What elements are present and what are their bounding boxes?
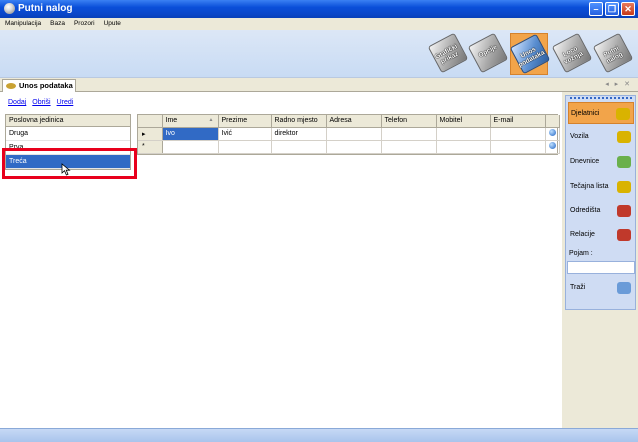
window-title: Putni nalog (18, 3, 73, 14)
destination-icon (617, 205, 631, 217)
sidebar-item-djelatnici[interactable]: Djelatnici (568, 102, 634, 124)
close-button[interactable]: ✕ (621, 2, 635, 16)
grid-corner (138, 115, 163, 128)
table-cell[interactable] (218, 140, 272, 154)
search-button[interactable]: Traži (568, 277, 634, 299)
table-cell[interactable] (490, 140, 546, 154)
vehicle-icon (617, 131, 631, 143)
toolbar-putni-nalog[interactable]: Putni nalog (592, 32, 634, 75)
sidebar-item-label: Vozila (570, 133, 589, 140)
tab-unos-podataka[interactable]: Unos podataka (2, 79, 76, 92)
app-icon (4, 3, 15, 14)
add-link[interactable]: Dodaj (8, 99, 26, 106)
maximize-button[interactable]: ❐ (605, 2, 619, 16)
toolbar-unos-podataka[interactable]: Unos podataka (509, 33, 551, 75)
edit-link[interactable]: Uredi (57, 99, 74, 106)
column-header-telefon[interactable]: Telefon (381, 115, 437, 128)
sort-arrow-icon: ▲ (208, 117, 214, 123)
column-header-action (545, 115, 560, 128)
row-marker[interactable]: ▸ (138, 127, 163, 141)
table-cell[interactable]: Ivić (218, 127, 272, 141)
column-header-adresa[interactable]: Adresa (326, 115, 382, 128)
column-header-email[interactable]: E-mail (490, 115, 546, 128)
toolbar-graficki-prikaz[interactable]: Grafički prikaz (427, 32, 469, 75)
sidebar-item-label: Dnevnice (570, 158, 600, 165)
column-header-ime[interactable]: Ime ▲ (162, 115, 219, 128)
table-row[interactable]: ▸ Ivo Ivić direktor (138, 127, 560, 141)
sidebar-item-dnevnice[interactable]: Dnevnice (568, 151, 634, 173)
toolbar-opcije[interactable]: Opcije (467, 32, 509, 75)
globe-icon[interactable] (548, 142, 556, 149)
panel-grip (570, 97, 632, 99)
employee-grid: Ime ▲ Prezime Radno mjesto Adresa Telefon… (137, 114, 560, 155)
unit-list-header: Poslovna jedinica (6, 115, 130, 127)
sidebar-panel: Djelatnici Vozila Dnevnice Tečajna lista… (565, 95, 636, 310)
table-cell[interactable] (436, 140, 491, 154)
sidebar-item-relacije[interactable]: Relacije (568, 224, 634, 246)
column-header-mobitel[interactable]: Mobitel (436, 115, 491, 128)
tab-icon (6, 83, 16, 89)
table-cell[interactable] (436, 127, 491, 141)
menu-upute[interactable]: Upute (99, 18, 125, 28)
status-bar (0, 428, 638, 442)
toolbar: Grafički prikaz Opcije Unos podataka Loc… (0, 30, 638, 78)
title-bar: Putni nalog – ❐ ✕ (0, 0, 638, 18)
table-cell[interactable]: Ivo (162, 127, 219, 141)
sidebar-item-label: Tečajna lista (570, 183, 609, 190)
route-icon (617, 229, 631, 241)
sidebar-item-tecajna-lista[interactable]: Tečajna lista (568, 176, 634, 198)
search-label: Pojam : (569, 250, 593, 257)
toolbar-loco-voznja[interactable]: Loco vožnja (551, 32, 593, 75)
action-links: Dodaj Obriši Uredi (8, 99, 79, 106)
tab-controls[interactable]: ◂ ▸ ✕ (605, 80, 632, 88)
tab-label: Unos podataka (19, 81, 73, 90)
minimize-button[interactable]: – (589, 2, 603, 16)
menu-prozori[interactable]: Prozori (69, 18, 99, 28)
worker-icon (616, 108, 630, 120)
sidebar: Djelatnici Vozila Dnevnice Tečajna lista… (562, 92, 638, 428)
row-action-cell[interactable] (545, 140, 560, 154)
sidebar-item-label: Djelatnici (571, 110, 600, 117)
table-cell[interactable] (381, 127, 437, 141)
delete-link[interactable]: Obriši (32, 99, 50, 106)
sidebar-item-label: Odredišta (570, 207, 601, 214)
menu-baza[interactable]: Baza (45, 18, 69, 28)
tab-strip: Unos podataka ◂ ▸ ✕ (0, 78, 638, 92)
table-cell[interactable] (326, 127, 382, 141)
sidebar-item-label: Relacije (570, 231, 595, 238)
menu-bar: Manipulacija Baza Prozori Upute (0, 18, 638, 30)
mouse-cursor-icon (61, 163, 71, 176)
search-icon (617, 282, 631, 294)
search-input[interactable] (567, 261, 635, 274)
menu-manipulacija[interactable]: Manipulacija (0, 18, 45, 28)
sidebar-item-vozila[interactable]: Vozila (568, 126, 634, 148)
table-cell[interactable] (381, 140, 437, 154)
table-cell[interactable] (271, 140, 327, 154)
column-header-prezime[interactable]: Prezime (218, 115, 272, 128)
list-item[interactable]: Druga (6, 127, 130, 141)
exchange-icon (617, 181, 631, 193)
column-header-radno-mjesto[interactable]: Radno mjesto (271, 115, 327, 128)
row-action-cell[interactable] (545, 127, 560, 141)
table-cell[interactable] (162, 140, 219, 154)
money-icon (617, 156, 631, 168)
main-content: Dodaj Obriši Uredi Poslovna jedinica Druga… (0, 92, 562, 428)
table-cell[interactable]: direktor (271, 127, 327, 141)
table-cell[interactable] (326, 140, 382, 154)
search-button-label: Traži (570, 284, 586, 291)
table-row-new[interactable]: * (138, 140, 560, 154)
grid-header-row: Ime ▲ Prezime Radno mjesto Adresa Telefon… (138, 115, 560, 128)
sidebar-item-odredista[interactable]: Odredišta (568, 200, 634, 222)
globe-icon[interactable] (548, 129, 556, 136)
table-cell[interactable] (490, 127, 546, 141)
row-marker[interactable]: * (138, 140, 163, 154)
column-label: Ime (165, 117, 178, 125)
